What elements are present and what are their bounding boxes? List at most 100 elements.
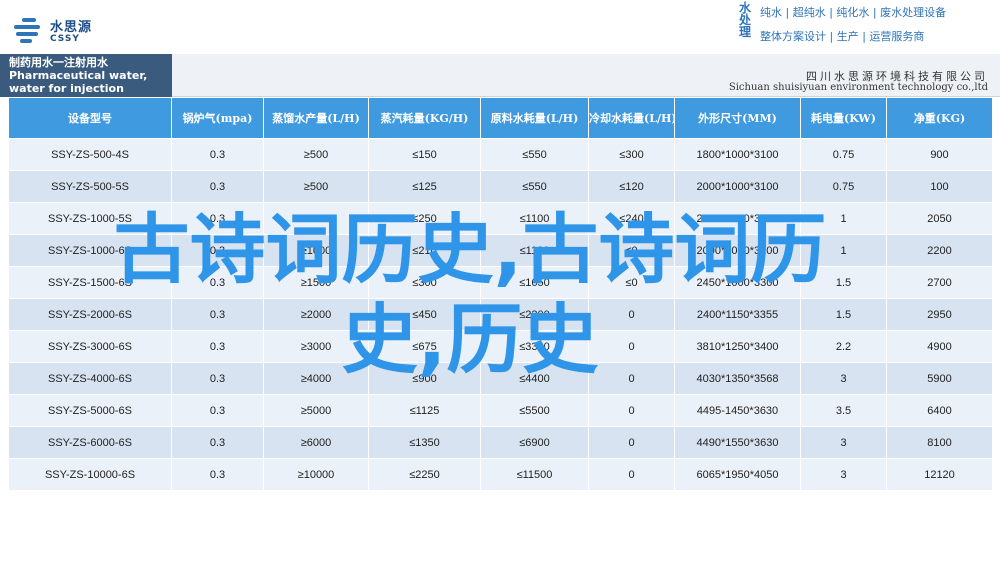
table-row: SSY-ZS-3000-6S 0.3 ≥3000 ≤675 ≤3300 0 3810*125… xyxy=(8,330,993,363)
cell-model: SSY-ZS-1000-6S xyxy=(8,234,172,267)
cell-steam-consumption: ≤900 xyxy=(368,362,481,395)
cell-steam-consumption: ≤2250 xyxy=(368,458,481,491)
cell-dimensions: 6065*1950*4050 xyxy=(674,458,801,491)
cell-power: 1 xyxy=(800,234,887,267)
cell-raw-water: ≤550 xyxy=(480,138,589,171)
cell-raw-water: ≤6900 xyxy=(480,426,589,459)
header-model: 设备型号 xyxy=(8,97,172,139)
cell-model: SSY-ZS-6000-6S xyxy=(8,426,172,459)
cell-model: SSY-ZS-500-4S xyxy=(8,138,172,171)
cell-raw-water: ≤1100 xyxy=(480,234,589,267)
header-power: 耗电量(KW) xyxy=(800,97,887,139)
table-row: SSY-ZS-1500-6S 0.3 ≥1500 ≤300 ≤1650 ≤0 2450*10… xyxy=(8,266,993,299)
cell-boiler-steam: 0.3 xyxy=(171,362,264,395)
cell-raw-water: ≤5500 xyxy=(480,394,589,427)
cell-boiler-steam: 0.3 xyxy=(171,170,264,203)
cell-net-weight: 6400 xyxy=(886,394,993,427)
cell-power: 3 xyxy=(800,362,887,395)
cell-cooling-water: 0 xyxy=(588,458,675,491)
cell-dimensions: 2450*1000*3300 xyxy=(674,266,801,299)
cell-net-weight: 900 xyxy=(886,138,993,171)
header-raw-water: 原料水耗量(L/H) xyxy=(480,97,589,139)
cell-raw-water: ≤550 xyxy=(480,170,589,203)
header-boiler-steam: 锅炉气(mpa) xyxy=(171,97,264,139)
cell-raw-water: ≤11500 xyxy=(480,458,589,491)
cell-boiler-steam: 0.3 xyxy=(171,330,264,363)
header-steam-consumption: 蒸汽耗量(KG/H) xyxy=(368,97,481,139)
cell-dimensions: 4490*1550*3630 xyxy=(674,426,801,459)
cell-model: SSY-ZS-1500-6S xyxy=(8,266,172,299)
cell-distilled-output: ≥6000 xyxy=(263,426,369,459)
cell-dimensions: 2400*1150*3355 xyxy=(674,298,801,331)
cell-power: 1.5 xyxy=(800,266,887,299)
cell-cooling-water: 0 xyxy=(588,330,675,363)
cell-model: SSY-ZS-5000-6S xyxy=(8,394,172,427)
cell-power: 0.75 xyxy=(800,170,887,203)
cell-net-weight: 5900 xyxy=(886,362,993,395)
cell-steam-consumption: ≤150 xyxy=(368,138,481,171)
cell-net-weight: 8100 xyxy=(886,426,993,459)
brand-vertical-label: 水处理 xyxy=(738,1,751,39)
cell-power: 3 xyxy=(800,426,887,459)
product-title-box: 制药用水一注射用水 Pharmaceutical water, water fo… xyxy=(0,54,172,97)
cell-model: SSY-ZS-1000-5S xyxy=(8,202,172,235)
brand-services-line: 纯水 | 超纯水 | 纯化水 | 废水处理设备 xyxy=(760,6,947,19)
cell-model: SSY-ZS-500-5S xyxy=(8,170,172,203)
cell-boiler-steam: 0.3 xyxy=(171,266,264,299)
cell-raw-water: ≤2200 xyxy=(480,298,589,331)
company-logo[interactable]: 水思源 CSSY xyxy=(14,12,98,48)
cell-cooling-water: ≤240 xyxy=(588,202,675,235)
table-row: SSY-ZS-10000-6S 0.3 ≥10000 ≤2250 ≤11500 0 6065… xyxy=(8,458,993,491)
cell-power: 1 xyxy=(800,202,887,235)
cell-cooling-water: ≤0 xyxy=(588,266,675,299)
cell-boiler-steam: 0.3 xyxy=(171,394,264,427)
table-row: SSY-ZS-2000-6S 0.3 ≥2000 ≤450 ≤2200 0 2400*115… xyxy=(8,298,993,331)
cell-cooling-water: 0 xyxy=(588,394,675,427)
table-row: SSY-ZS-5000-6S 0.3 ≥5000 ≤1125 ≤5500 0 4495-14… xyxy=(8,394,993,427)
cell-distilled-output: ≥5000 xyxy=(263,394,369,427)
cell-steam-consumption: ≤210 xyxy=(368,234,481,267)
cell-dimensions: 4030*1350*3568 xyxy=(674,362,801,395)
table-row: SSY-ZS-500-4S 0.3 ≥500 ≤150 ≤550 ≤300 1800*100… xyxy=(8,138,993,171)
cell-net-weight: 2200 xyxy=(886,234,993,267)
cell-power: 0.75 xyxy=(800,138,887,171)
cell-dimensions: 2000*1000*3100 xyxy=(674,202,801,235)
cell-cooling-water: 0 xyxy=(588,298,675,331)
header-distilled-output: 蒸馏水产量(L/H) xyxy=(263,97,369,139)
cell-model: SSY-ZS-10000-6S xyxy=(8,458,172,491)
brand-solutions-line: 整体方案设计 | 生产 | 运营服务商 xyxy=(760,30,925,43)
cell-steam-consumption: ≤1350 xyxy=(368,426,481,459)
cell-steam-consumption: ≤250 xyxy=(368,202,481,235)
company-name-en: Sichuan shuisiyuan environment technolog… xyxy=(728,82,988,93)
cell-distilled-output: ≥3000 xyxy=(263,330,369,363)
logo-english-name: CSSY xyxy=(50,34,80,44)
cell-net-weight: 2050 xyxy=(886,202,993,235)
cell-dimensions: 4495-1450*3630 xyxy=(674,394,801,427)
cell-model: SSY-ZS-2000-6S xyxy=(8,298,172,331)
cell-boiler-steam: 0.3 xyxy=(171,138,264,171)
cell-raw-water: ≤1650 xyxy=(480,266,589,299)
cell-net-weight: 2950 xyxy=(886,298,993,331)
table-row: SSY-ZS-4000-6S 0.3 ≥4000 ≤900 ≤4400 0 4030*135… xyxy=(8,362,993,395)
cell-net-weight: 2700 xyxy=(886,266,993,299)
cell-steam-consumption: ≤300 xyxy=(368,266,481,299)
cell-raw-water: ≤1100 xyxy=(480,202,589,235)
cell-distilled-output: ≥500 xyxy=(263,170,369,203)
cell-cooling-water: ≤120 xyxy=(588,170,675,203)
cell-model: SSY-ZS-4000-6S xyxy=(8,362,172,395)
cell-boiler-steam: 0.3 xyxy=(171,426,264,459)
cell-cooling-water: ≤300 xyxy=(588,138,675,171)
cell-distilled-output: ≥500 xyxy=(263,138,369,171)
cell-distilled-output: ≥1000 xyxy=(263,234,369,267)
table-row: SSY-ZS-500-5S 0.3 ≥500 ≤125 ≤550 ≤120 2000*100… xyxy=(8,170,993,203)
cell-distilled-output: ≥2000 xyxy=(263,298,369,331)
water-drop-icon xyxy=(14,18,44,43)
cell-steam-consumption: ≤1125 xyxy=(368,394,481,427)
cell-dimensions: 2000*1000*3100 xyxy=(674,170,801,203)
table-body: SSY-ZS-500-4S 0.3 ≥500 ≤150 ≤550 ≤300 1800*100… xyxy=(8,138,993,491)
cell-dimensions: 3810*1250*3400 xyxy=(674,330,801,363)
header-net-weight: 净重(KG) xyxy=(886,97,993,139)
specification-table: 设备型号 锅炉气(mpa) 蒸馏水产量(L/H) 蒸汽耗量(KG/H) 原料水耗… xyxy=(8,97,993,491)
cell-raw-water: ≤3300 xyxy=(480,330,589,363)
table-row: SSY-ZS-1000-5S 0.3 ≥1000 ≤250 ≤1100 ≤240 2000*… xyxy=(8,202,993,235)
